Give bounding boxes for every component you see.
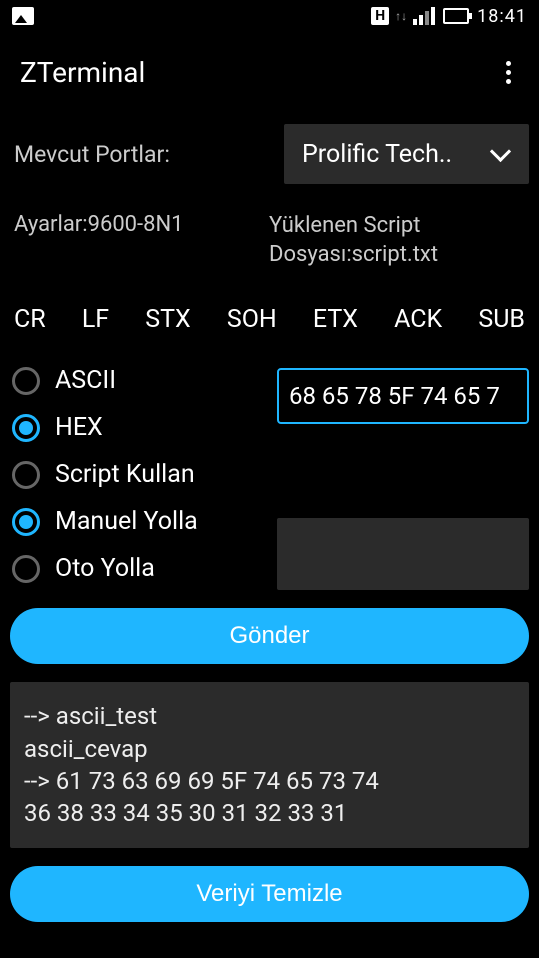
hex-input[interactable]: 68 65 78 5F 74 65 7 [277,368,529,424]
signal-icon [413,7,435,25]
settings-row: Ayarlar:9600-8N1 Yüklenen Script Dosyası… [10,212,529,269]
radio-label: Manuel Yolla [55,507,198,536]
settings-text: Ayarlar:9600-8N1 [10,212,259,269]
radio-group: ASCII HEX Script Kullan Manuel Yolla Oto… [10,366,267,590]
control-char-etx[interactable]: ETX [311,301,360,338]
overflow-menu-button[interactable] [498,53,519,92]
status-right: H ↑↓ 18:41 [371,6,527,27]
dot-icon [506,79,511,84]
options-section: ASCII HEX Script Kullan Manuel Yolla Oto… [10,366,529,590]
control-char-lf[interactable]: LF [80,301,111,338]
battery-icon [443,8,469,24]
control-char-ack[interactable]: ACK [392,301,444,338]
radio-label: Oto Yolla [55,554,155,583]
radio-icon [12,414,40,442]
dot-icon [506,70,511,75]
dot-icon [506,61,511,66]
app-bar: ZTerminal [0,42,539,102]
radio-label: Script Kullan [55,460,195,489]
send-button[interactable]: Gönder [10,608,529,664]
data-arrows-icon: ↑↓ [395,10,407,22]
gallery-icon [12,7,34,25]
radio-auto-send[interactable]: Oto Yolla [10,554,267,583]
status-left [12,7,34,25]
content: Mevcut Portlar: Prolific Tech.. Ayarlar:… [0,102,539,922]
radio-icon [12,555,40,583]
status-time: 18:41 [477,6,527,27]
control-char-stx[interactable]: STX [143,301,192,338]
radio-label: HEX [55,413,103,442]
radio-manual-send[interactable]: Manuel Yolla [10,507,267,536]
port-dropdown-value: Prolific Tech.. [302,140,452,169]
radio-icon [12,367,40,395]
radio-ascii[interactable]: ASCII [10,366,267,395]
radio-script[interactable]: Script Kullan [10,460,267,489]
radio-hex[interactable]: HEX [10,413,267,442]
secondary-input[interactable] [277,518,529,590]
right-inputs: 68 65 78 5F 74 65 7 [277,366,529,590]
radio-label: ASCII [55,366,116,395]
ports-row: Mevcut Portlar: Prolific Tech.. [10,124,529,184]
radio-icon [12,508,40,536]
script-file-text: Yüklenen Script Dosyası:script.txt [269,212,529,269]
port-dropdown[interactable]: Prolific Tech.. [284,124,529,184]
terminal-output[interactable]: --> ascii_test ascii_cevap --> 61 73 63 … [10,682,529,848]
ports-label: Mevcut Portlar: [10,141,170,168]
radio-icon [12,461,40,489]
app-title: ZTerminal [20,56,145,89]
status-bar: H ↑↓ 18:41 [0,0,539,32]
control-char-cr[interactable]: CR [12,301,48,338]
network-type-badge: H [371,7,389,25]
control-char-soh[interactable]: SOH [225,301,279,338]
clear-button[interactable]: Veriyi Temizle [10,866,529,922]
control-char-sub[interactable]: SUB [476,301,527,338]
chevron-down-icon [491,144,511,164]
control-char-row: CR LF STX SOH ETX ACK SUB [10,301,529,338]
